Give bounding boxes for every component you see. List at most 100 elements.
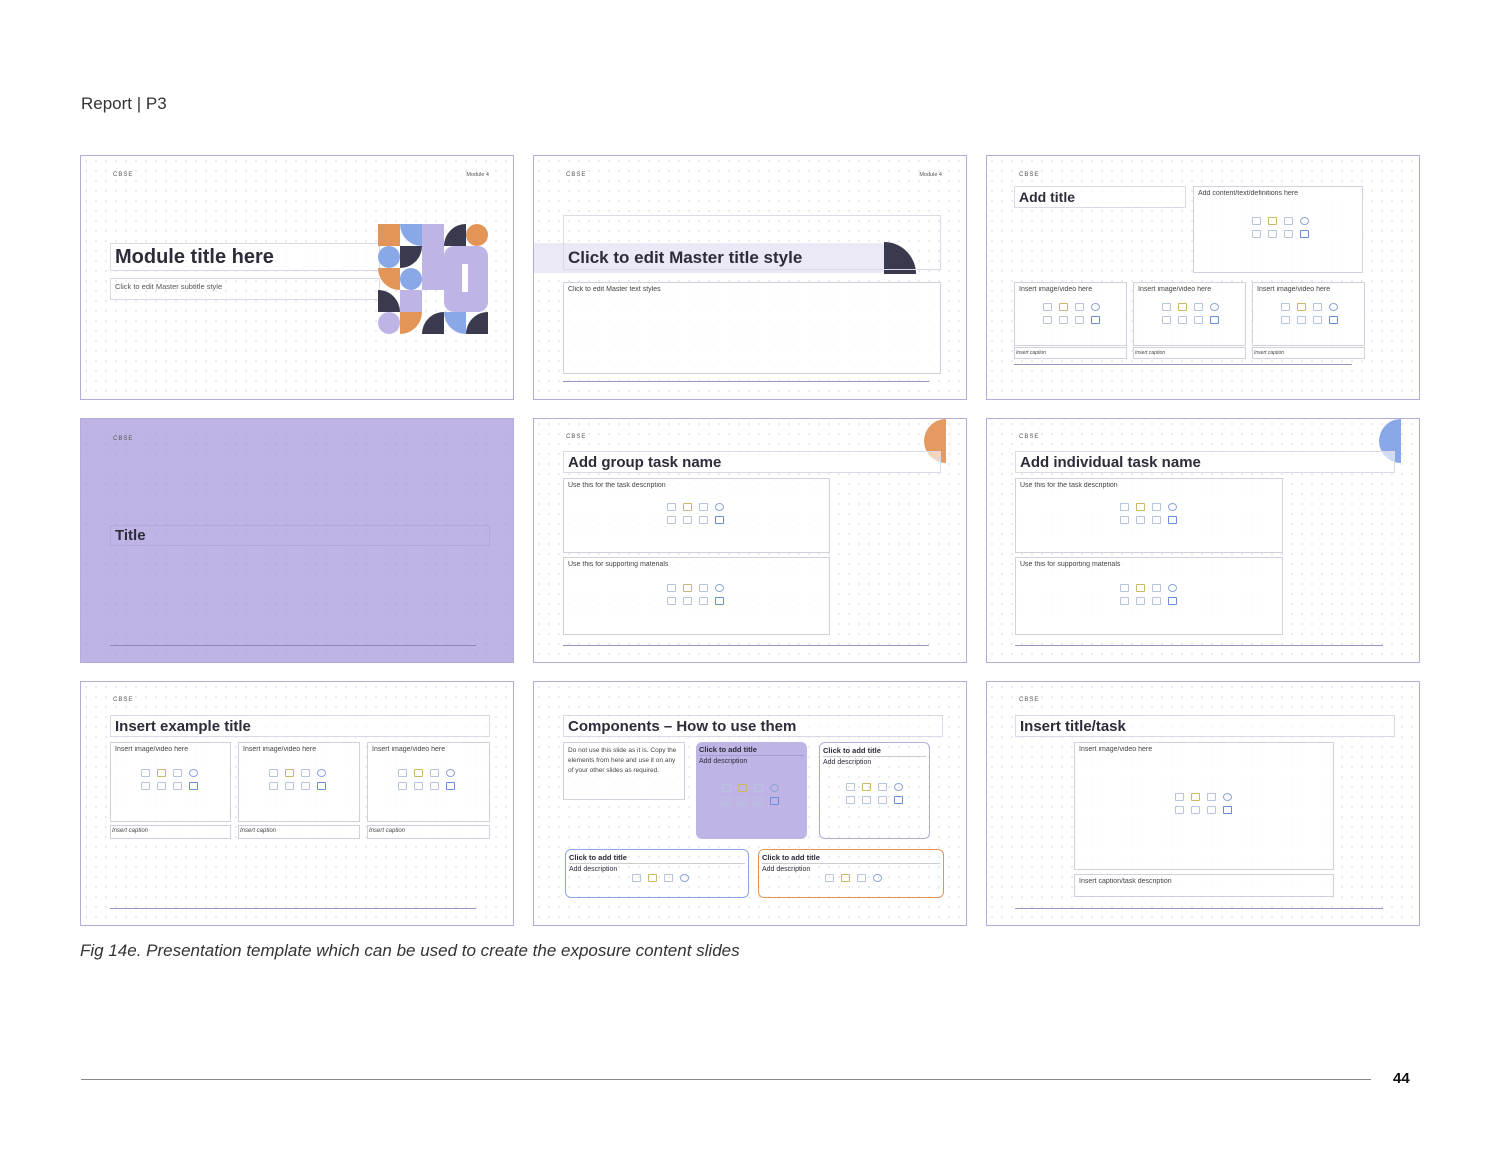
supporting-materials-placeholder: Use this for supporting materials (563, 557, 830, 635)
insert-icons (269, 769, 327, 790)
media-label: Insert image/video here (372, 746, 446, 753)
supporting-materials-label: Use this for supporting materials (568, 561, 669, 568)
cbse-logo: CBSE (113, 697, 134, 703)
task-description-label: Use this for the task description (568, 482, 666, 489)
media-label: Insert image/video here (1138, 286, 1212, 293)
content-label: Add content/text/definitions here (1198, 190, 1299, 197)
slide-title: Insert title/task (1015, 715, 1395, 737)
cbse-logo: CBSE (566, 172, 587, 178)
slide-module-title[interactable]: CBSE Module 4 Module title here Click to… (80, 155, 514, 400)
card-title: Click to add title (569, 853, 745, 864)
bottom-rule (110, 908, 476, 909)
slide-section-title[interactable]: CBSE Title (80, 418, 514, 663)
supporting-materials-placeholder: Use this for supporting materials (1015, 557, 1283, 635)
slide-title: Add title (1014, 186, 1186, 208)
cbse-logo: CBSE (113, 172, 134, 178)
slide-add-title-media[interactable]: CBSE Add title Add content/text/definiti… (986, 155, 1420, 400)
slide-master-title[interactable]: CBSE Module 4 Click to edit Master title… (533, 155, 967, 400)
insert-icons (141, 769, 199, 790)
bottom-rule (1014, 364, 1352, 365)
insert-icons (1120, 503, 1178, 524)
module-tag: Module 4 (919, 172, 942, 178)
footer-rule (81, 1079, 1371, 1080)
usage-note: Do not use this slide as it is. Copy the… (563, 742, 685, 800)
slide-subtitle: Click to edit Master subtitle style (110, 278, 380, 300)
caption-placeholder: Insert caption (1252, 347, 1365, 359)
media-label: Insert image/video here (1019, 286, 1093, 293)
insert-icons (632, 874, 690, 882)
caption-placeholder: Insert caption (367, 825, 490, 839)
slide-title: Components – How to use them (563, 715, 943, 737)
media-label: Insert image/video here (1079, 746, 1153, 753)
slide-individual-task[interactable]: CBSE Add individual task name Use this f… (986, 418, 1420, 663)
card-description: Add description (699, 758, 748, 765)
slide-title: Insert example title (110, 715, 490, 737)
caption-placeholder: Insert caption (110, 825, 231, 839)
cbse-logo: CBSE (1019, 697, 1040, 703)
slide-components[interactable]: Components – How to use them Do not use … (533, 681, 967, 926)
insert-icons (398, 769, 456, 790)
caption-placeholder: Insert caption/task description (1074, 874, 1334, 897)
card-description: Add description (823, 759, 872, 766)
card-description: Add description (762, 866, 811, 873)
slide-title: Add individual task name (1015, 451, 1395, 473)
media-label: Insert image/video here (243, 746, 317, 753)
insert-icons (1175, 793, 1233, 814)
insert-icons (667, 503, 725, 524)
usage-note-text: Do not use this slide as it is. Copy the… (568, 747, 677, 774)
bottom-rule (110, 645, 476, 646)
media-label: Insert image/video here (115, 746, 189, 753)
media-placeholder: Insert image/video here (238, 742, 360, 822)
cbse-logo: CBSE (1019, 434, 1040, 440)
media-label: Insert image/video here (1257, 286, 1331, 293)
body-text-placeholder: Click to edit Master text styles (563, 282, 941, 374)
media-placeholder: Insert image/video here (1074, 742, 1334, 870)
insert-icons (722, 784, 780, 805)
supporting-materials-label: Use this for supporting materials (1020, 561, 1121, 568)
slide-title: Module title here (110, 243, 380, 271)
caption-label: Insert caption/task description (1079, 878, 1172, 885)
cbse-logo: CBSE (566, 434, 587, 440)
insert-icons (846, 783, 904, 804)
task-description-placeholder: Use this for the task description (563, 478, 830, 553)
media-placeholder: Insert image/video here (110, 742, 231, 822)
media-placeholder: Insert image/video here (1014, 282, 1127, 346)
report-header: Report | P3 (81, 94, 167, 113)
slide-example[interactable]: CBSE Insert example title Insert image/v… (80, 681, 514, 926)
task-description-placeholder: Use this for the task description (1015, 478, 1283, 553)
slide-group-task[interactable]: CBSE Add group task name Use this for th… (533, 418, 967, 663)
body-text-label: Click to edit Master text styles (568, 286, 661, 293)
insert-icons (667, 584, 725, 605)
card-title: Click to add title (762, 853, 940, 864)
module-tag: Module 4 (466, 172, 489, 178)
bottom-rule (563, 645, 929, 646)
insert-icons (1120, 584, 1178, 605)
bottom-rule (563, 381, 929, 382)
media-placeholder: Insert image/video here (1252, 282, 1365, 346)
card-title: Click to add title (823, 746, 926, 757)
card-title: Click to add title (699, 745, 804, 756)
geometric-pattern-graphic (378, 224, 488, 334)
slide-title-task[interactable]: CBSE Insert title/task Insert image/vide… (986, 681, 1420, 926)
slide-title: Add group task name (563, 451, 941, 473)
component-card-orange[interactable]: Click to add title Add description (758, 849, 944, 898)
cbse-logo: CBSE (1019, 172, 1040, 178)
insert-icons (1281, 303, 1339, 324)
bottom-rule (1015, 908, 1383, 909)
bottom-rule (1015, 645, 1383, 646)
media-placeholder: Insert image/video here (367, 742, 490, 822)
content-placeholder: Add content/text/definitions here (1193, 186, 1363, 273)
component-card-outline[interactable]: Click to add title Add description (819, 742, 930, 839)
component-card-blue[interactable]: Click to add title Add description (565, 849, 749, 898)
insert-icons (1043, 303, 1101, 324)
page-number: 44 (1393, 1070, 1410, 1087)
caption-placeholder: Insert caption (1133, 347, 1246, 359)
figure-caption: Fig 14e. Presentation template which can… (80, 941, 740, 960)
insert-icons (1162, 303, 1220, 324)
insert-icons (1252, 217, 1310, 238)
task-description-label: Use this for the task description (1020, 482, 1118, 489)
slide-title: Click to edit Master title style (563, 215, 941, 270)
component-card-purple[interactable]: Click to add title Add description (696, 742, 807, 839)
caption-placeholder: Insert caption (238, 825, 360, 839)
slide-title: Title (110, 525, 490, 546)
